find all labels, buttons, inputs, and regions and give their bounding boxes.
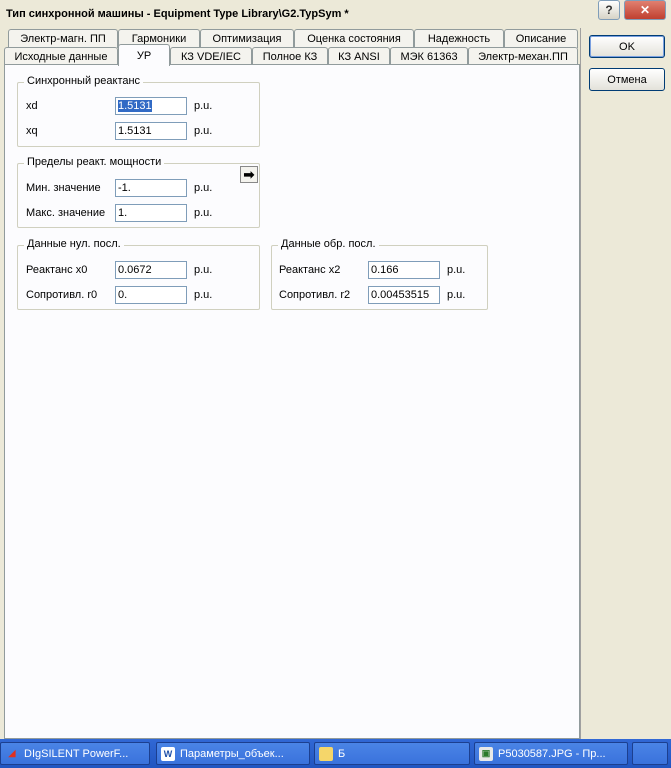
tab-optimization[interactable]: Оптимизация [200, 29, 294, 48]
r0-field[interactable]: 0. [115, 286, 187, 304]
tab-electromagnetic-transient[interactable]: Электр-магн. ПП [8, 29, 118, 48]
max-value-field[interactable]: 1. [115, 204, 187, 222]
taskbar-item-digsilent[interactable]: ◢ DIgSILENT PowerF... [0, 742, 150, 765]
arrow-right-icon[interactable]: ➡ [240, 166, 258, 183]
r2-field[interactable]: 0.00453515 [368, 286, 440, 304]
min-value-field[interactable]: -1. [115, 179, 187, 197]
ok-button[interactable]: OK [589, 35, 665, 58]
r2-label: Сопротивл. r2 [279, 289, 351, 301]
min-value-unit: p.u. [194, 182, 213, 194]
help-icon: ? [605, 3, 613, 17]
max-value-unit: p.u. [194, 207, 213, 219]
taskbar: ◢ DIgSILENT PowerF... W Параметры_объек.… [0, 739, 671, 768]
x0-label: Реактанс x0 [26, 264, 88, 276]
r2-unit: p.u. [447, 289, 466, 301]
group-title: Синхронный реактанс [24, 75, 144, 87]
folder-icon [319, 746, 333, 761]
r0-unit: p.u. [194, 289, 213, 301]
word-icon: W [161, 746, 175, 761]
xq-label: xq [26, 125, 38, 137]
image-viewer-icon: ▣ [479, 746, 493, 761]
digsilent-icon: ◢ [8, 748, 16, 758]
x2-label: Реактанс x2 [279, 264, 341, 276]
taskbar-item-image-viewer[interactable]: ▣ P5030587.JPG - Пр... [474, 742, 628, 765]
xq-unit: p.u. [194, 125, 213, 137]
reactive-limits-group: Пределы реакт. мощности ➡ Мин. значение … [17, 156, 260, 228]
max-value-label: Макс. значение [26, 207, 106, 219]
help-button[interactable]: ? [598, 0, 620, 20]
close-button[interactable]: ✕ [624, 0, 666, 20]
negative-sequence-group: Данные обр. посл. Реактанс x2 0.166 p.u.… [271, 238, 488, 310]
x0-field[interactable]: 0.0672 [115, 261, 187, 279]
min-value-label: Мин. значение [26, 182, 101, 194]
tab-load-flow[interactable]: УР [118, 44, 170, 66]
x2-field[interactable]: 0.166 [368, 261, 440, 279]
taskbar-item-word[interactable]: W Параметры_объек... [156, 742, 310, 765]
taskbar-item-folder[interactable]: Б [314, 742, 470, 765]
zero-sequence-group: Данные нул. посл. Реактанс x0 0.0672 p.u… [17, 238, 260, 310]
xd-label: xd [26, 100, 38, 112]
group-title: Данные нул. посл. [24, 238, 124, 250]
taskbar-overflow-button[interactable] [632, 742, 668, 765]
sync-reactance-group: Синхронный реактанс xd 1.5131 p.u. xq 1.… [17, 75, 260, 147]
x0-unit: p.u. [194, 264, 213, 276]
close-icon: ✕ [639, 3, 651, 17]
tab-content-panel: Синхронный реактанс xd 1.5131 p.u. xq 1.… [4, 64, 580, 739]
title-bar: Тип синхронной машины - Equipment Type L… [0, 0, 671, 28]
xq-field[interactable]: 1.5131 [115, 122, 187, 140]
window-title: Тип синхронной машины - Equipment Type L… [6, 8, 349, 20]
button-column: OK Отмена [580, 28, 671, 739]
cancel-button[interactable]: Отмена [589, 68, 665, 91]
x2-unit: p.u. [447, 264, 466, 276]
group-title: Пределы реакт. мощности [24, 156, 165, 168]
xd-unit: p.u. [194, 100, 213, 112]
tab-reliability[interactable]: Надежность [414, 29, 504, 48]
xd-field[interactable]: 1.5131 [115, 97, 187, 115]
tab-description[interactable]: Описание [504, 29, 578, 48]
r0-label: Сопротивл. r0 [26, 289, 98, 301]
group-title: Данные обр. посл. [278, 238, 379, 250]
tab-state-estimation[interactable]: Оценка состояния [294, 29, 414, 48]
